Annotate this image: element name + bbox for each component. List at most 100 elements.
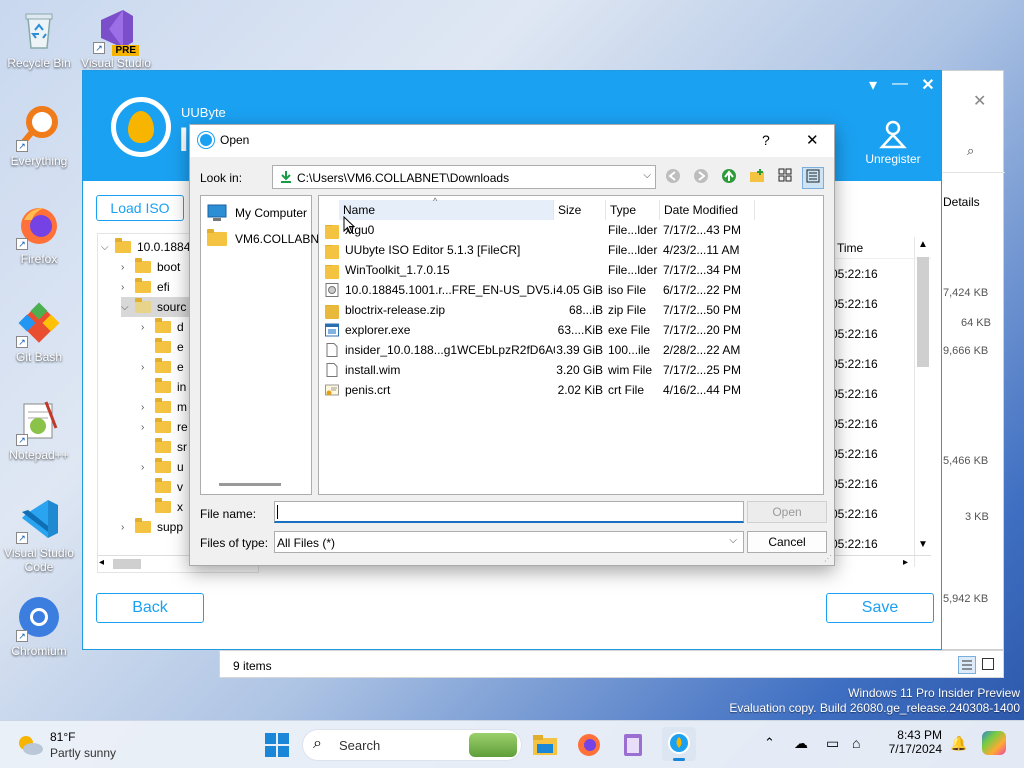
scrollbar-thumb[interactable] <box>113 559 141 569</box>
desktop-icon-recycle-bin[interactable]: Recycle Bin <box>1 6 77 70</box>
network-icon[interactable]: ⌂ <box>852 735 860 751</box>
scroll-up-icon[interactable]: ▲ <box>918 239 928 250</box>
chevron-right-icon[interactable]: › <box>121 262 135 273</box>
tree-item[interactable]: › e <box>141 357 184 377</box>
cancel-button[interactable]: Cancel <box>747 531 827 553</box>
desktop-icon-everything[interactable]: ↗ Everything <box>1 104 77 168</box>
look-in-combobox[interactable]: C:\Users\VM6.COLLABNET\Downloads ⌵ <box>272 165 656 189</box>
chevron-right-icon[interactable]: › <box>141 462 155 473</box>
menu-dropdown-icon[interactable]: ▾ <box>862 75 884 95</box>
tree-item[interactable]: e <box>155 337 184 357</box>
parent-folder-icon[interactable] <box>718 167 740 189</box>
tree-item[interactable]: x <box>155 497 183 517</box>
minimize-icon[interactable]: — <box>889 75 911 93</box>
desktop-icon-chromium[interactable]: ↗ Chromium <box>1 594 77 658</box>
uubyte-taskbar-icon[interactable] <box>662 727 696 761</box>
tree-item[interactable]: ⌵ 10.0.1884 <box>101 237 190 257</box>
save-button[interactable]: Save <box>826 593 934 623</box>
file-row[interactable]: WinToolkit_1.7.0.15 File...lder 7/17/2..… <box>323 260 819 280</box>
desktop-icon-git-bash[interactable]: ↗ Git Bash <box>1 300 77 364</box>
tree-item[interactable]: › m <box>141 397 187 417</box>
file-list-horizontal-scrollbar[interactable]: ▸ <box>831 555 931 571</box>
search-icon[interactable]: ⌕ <box>967 143 974 159</box>
file-row[interactable]: penis.crt 2.02 KiB crt File 4/16/2...44 … <box>323 380 819 400</box>
tiles-view-icon[interactable] <box>982 658 994 670</box>
tree-item[interactable]: › efi <box>121 277 170 297</box>
file-row[interactable]: explorer.exe 63....KiB exe File 7/17/2..… <box>323 320 819 340</box>
file-row[interactable]: install.wim 3.20 GiB wim File 7/17/2...2… <box>323 360 819 380</box>
column-header-size[interactable]: Size <box>553 200 603 220</box>
details-view-icon[interactable] <box>958 656 976 674</box>
desktop-icon-visual-studio[interactable]: ↗ PRE Visual Studio <box>78 6 154 70</box>
chevron-down-icon[interactable]: ⌵ <box>729 535 737 546</box>
file-row[interactable]: bloctrix-release.zip 68...iB zip File 7/… <box>323 300 819 320</box>
chevron-right-icon[interactable]: › <box>121 282 135 293</box>
scroll-down-icon[interactable]: ▼ <box>918 539 928 550</box>
clock[interactable]: 8:43 PM 7/17/2024 <box>880 728 942 756</box>
start-button[interactable] <box>264 732 290 758</box>
chevron-down-icon[interactable]: ⌵ <box>643 170 651 181</box>
file-list-vertical-scrollbar[interactable]: ▲ ▼ <box>914 237 930 567</box>
close-icon[interactable]: ✕ <box>973 91 986 111</box>
back-arrow-icon[interactable] <box>662 167 684 189</box>
file-explorer-taskbar-icon[interactable] <box>532 732 558 758</box>
new-folder-icon[interactable] <box>746 167 768 189</box>
desktop-icon-firefox[interactable]: ↗ Firefox <box>1 202 77 266</box>
tree-item[interactable]: › d <box>141 317 184 337</box>
close-icon[interactable]: ✕ <box>917 75 939 95</box>
tree-item[interactable]: › u <box>141 457 184 477</box>
place-user-folder[interactable]: VM6.COLLABN <box>207 226 319 252</box>
firefox-taskbar-icon[interactable] <box>576 732 602 758</box>
desktop-icon-vscode[interactable]: ↗ Visual Studio Code <box>1 496 77 574</box>
chevron-right-icon[interactable]: › <box>121 522 135 533</box>
list-view-icon[interactable] <box>774 167 796 189</box>
open-button[interactable]: Open <box>747 501 827 523</box>
tree-item[interactable]: › boot <box>121 257 180 277</box>
chevron-up-icon[interactable]: ⌃ <box>764 735 775 751</box>
file-name-input[interactable] <box>274 501 744 523</box>
chevron-right-icon[interactable]: › <box>141 362 155 373</box>
chevron-right-icon[interactable]: › <box>141 402 155 413</box>
notification-bell-icon[interactable]: 🔔 <box>950 735 967 752</box>
tree-item[interactable]: in <box>155 377 186 397</box>
tree-item[interactable]: › supp <box>121 517 183 537</box>
unregister-button[interactable]: Unregister <box>853 119 933 166</box>
chevron-right-icon[interactable]: › <box>141 422 155 433</box>
load-iso-button[interactable]: Load ISO <box>96 195 184 221</box>
tree-item[interactable]: v <box>155 477 183 497</box>
details-button[interactable]: Details <box>943 195 980 209</box>
tree-item[interactable]: › re <box>141 417 188 437</box>
forward-arrow-icon[interactable] <box>690 167 712 189</box>
scroll-left-icon[interactable]: ◂ <box>99 557 104 568</box>
sidebar-scrollbar-thumb[interactable] <box>219 483 281 486</box>
chevron-right-icon[interactable]: › <box>141 322 155 333</box>
file-row[interactable]: xtgu0 File...lder 7/17/2...43 PM <box>323 220 819 240</box>
file-row[interactable]: insider_10.0.188...g1WCEbLpzR2fD6A0 3.39… <box>323 340 819 360</box>
back-button[interactable]: Back <box>96 593 204 623</box>
detail-view-icon[interactable] <box>802 167 824 189</box>
chevron-down-icon[interactable]: ⌵ <box>121 302 135 313</box>
copilot-pre-icon[interactable] <box>982 731 1006 755</box>
notepad-taskbar-icon[interactable] <box>620 732 646 758</box>
place-my-computer[interactable]: My Computer <box>207 200 307 226</box>
scroll-right-icon[interactable]: ▸ <box>903 557 908 568</box>
taskbar-search-box[interactable]: ⌕ Search <box>302 729 522 761</box>
display-icon[interactable]: ▭ <box>826 735 839 752</box>
scrollbar-thumb[interactable] <box>917 257 929 367</box>
resize-grip-icon[interactable]: ⋰ <box>824 554 832 563</box>
cloud-offline-icon[interactable]: ☁ <box>794 735 808 752</box>
column-header-name[interactable]: Name <box>339 200 553 220</box>
help-button[interactable]: ? <box>762 132 770 148</box>
column-header-date-modified[interactable]: Date Modified <box>659 200 755 220</box>
file-type-select[interactable]: All Files (*) ⌵ <box>274 531 744 553</box>
close-button[interactable]: ✕ <box>806 131 819 149</box>
weather-widget[interactable]: 81°F Partly sunny <box>16 729 136 763</box>
file-row[interactable]: 10.0.18845.1001.r...FRE_EN-US_DV5.iso 4.… <box>323 280 819 300</box>
file-row[interactable]: UUbyte ISO Editor 5.1.3 [FileCR] File...… <box>323 240 819 260</box>
file-list[interactable]: Name ^ Size Type Date Modified xtgu0 Fil… <box>318 195 824 495</box>
chevron-down-icon[interactable]: ⌵ <box>101 242 115 253</box>
column-header-type[interactable]: Type <box>605 200 659 220</box>
time-column-header[interactable]: Time <box>837 241 863 255</box>
tree-item[interactable]: sr <box>155 437 187 457</box>
desktop-icon-notepad-plus-plus[interactable]: ↗ Notepad++ <box>1 398 77 462</box>
